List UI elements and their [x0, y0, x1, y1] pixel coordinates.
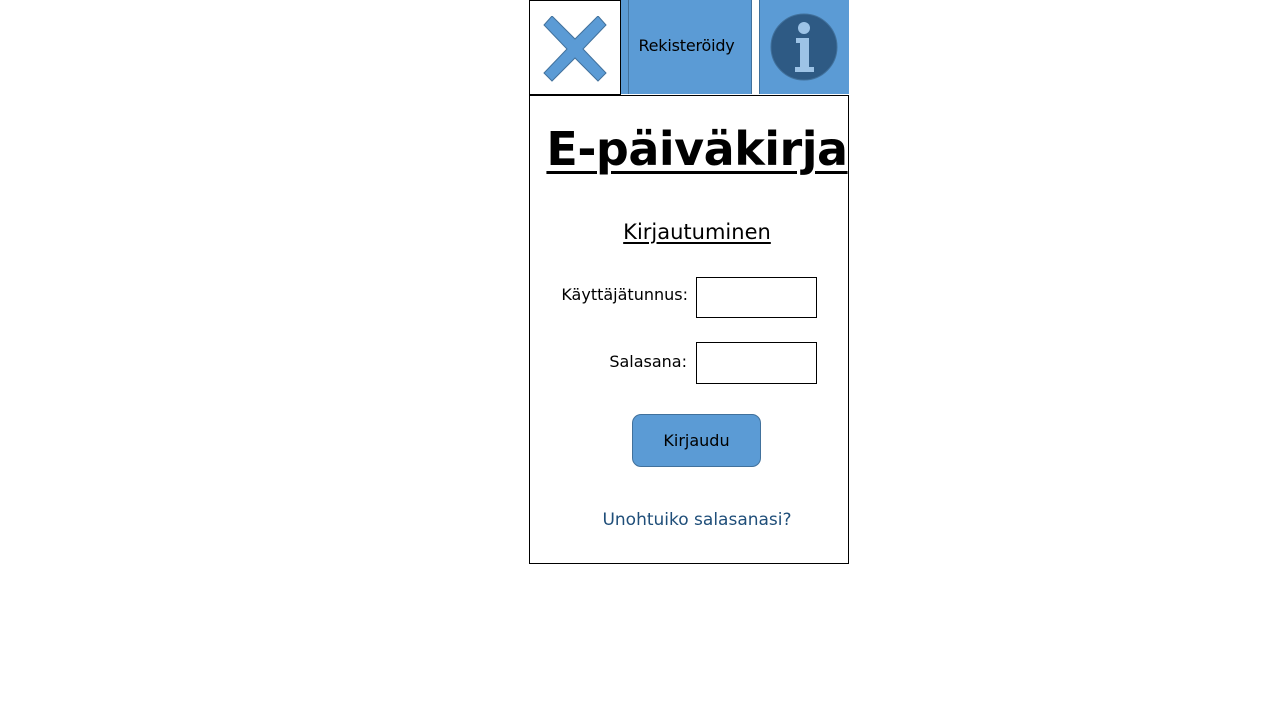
- login-panel: E-päiväkirja Kirjautuminen Käyttäjätunnu…: [529, 95, 849, 564]
- password-field[interactable]: [696, 342, 817, 384]
- username-label: Käyttäjätunnus:: [561, 285, 688, 304]
- password-label: Salasana:: [609, 352, 687, 371]
- login-button[interactable]: Kirjaudu: [632, 414, 761, 467]
- info-icon: [770, 13, 838, 81]
- login-button-label: Kirjaudu: [663, 431, 730, 450]
- app-screen: Rekisteröidy E-päiväkirja Kirjautuminen …: [0, 0, 1280, 720]
- top-bar: Rekisteröidy: [529, 0, 849, 95]
- info-button[interactable]: [759, 0, 849, 94]
- forgot-password-link[interactable]: Unohtuiko salasanasi?: [530, 510, 864, 530]
- close-x-icon: [543, 16, 607, 82]
- app-title: E-päiväkirja: [546, 122, 848, 176]
- register-button[interactable]: Rekisteröidy: [621, 0, 752, 94]
- login-heading: Kirjautuminen: [623, 220, 771, 244]
- close-button[interactable]: [529, 0, 621, 95]
- register-button-label: Rekisteröidy: [638, 36, 735, 55]
- username-field[interactable]: [696, 277, 817, 318]
